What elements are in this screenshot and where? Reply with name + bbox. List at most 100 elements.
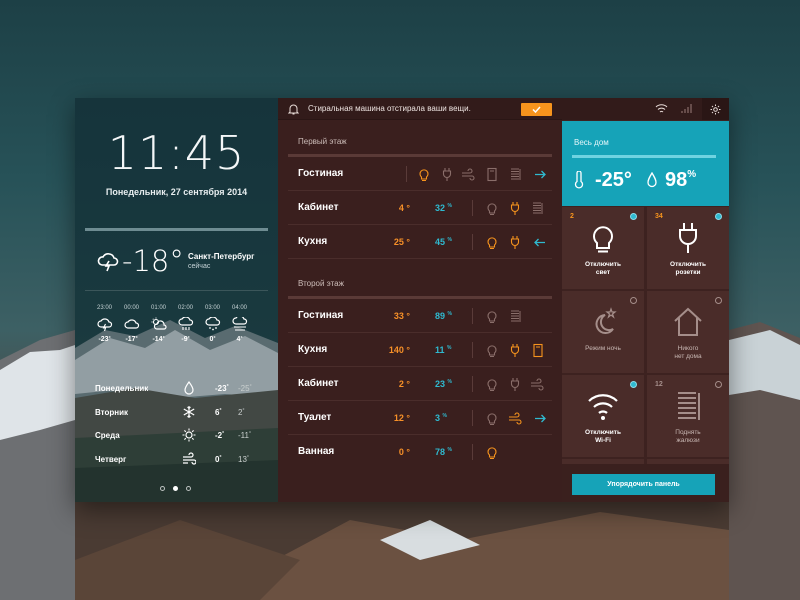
city-subtitle: сейчас xyxy=(188,263,211,270)
page-dot[interactable] xyxy=(186,486,191,491)
bulb-icon[interactable] xyxy=(485,411,499,426)
room-temp: 0 xyxy=(398,447,404,457)
wifi-icon xyxy=(588,394,618,420)
settings-button[interactable] xyxy=(702,98,729,120)
weather-divider-2 xyxy=(85,290,268,291)
room-row[interactable]: Туалет 12 ° 3 % xyxy=(288,402,552,435)
row-separator xyxy=(472,234,473,250)
bulb-icon[interactable] xyxy=(485,445,499,460)
sun-icon xyxy=(182,428,196,442)
fan-icon[interactable] xyxy=(530,377,544,392)
row-separator xyxy=(472,376,473,392)
page-dot-active[interactable] xyxy=(173,486,178,491)
moon-icon xyxy=(595,307,617,334)
hourly-forecast: 23:00 -23° 00:00 -17° 01:00 -14° 02:00 -… xyxy=(91,305,271,343)
daily-item: Понедельник -23° -25° xyxy=(95,381,265,406)
tile-lights-off[interactable]: 2 Отключить свет xyxy=(562,207,644,289)
tile-label: Поднять жалюзи xyxy=(675,429,701,444)
hourly-time: 03:00 xyxy=(204,305,220,311)
arrow-left-icon[interactable] xyxy=(533,235,547,250)
room-name: Кухня xyxy=(298,344,328,355)
plug-icon[interactable] xyxy=(508,201,522,216)
tile-count: 34 xyxy=(655,213,663,220)
bulb-icon[interactable] xyxy=(485,201,499,216)
weather-divider xyxy=(85,228,268,231)
hourly-time: 00:00 xyxy=(123,305,139,311)
room-name: Гостиная xyxy=(298,168,344,179)
row-separator xyxy=(472,444,473,460)
room-name: Кухня xyxy=(298,236,328,247)
bulb-icon[interactable] xyxy=(485,235,499,250)
city-name: Санкт-Петербург xyxy=(188,252,255,261)
bulb-icon[interactable] xyxy=(485,309,499,324)
plug-icon[interactable] xyxy=(440,167,454,182)
room-name: Ванная xyxy=(298,446,335,457)
hourly-temp: -23 xyxy=(98,336,109,343)
day-name: Вторник xyxy=(95,407,129,417)
hourly-temp: -17 xyxy=(125,336,136,343)
room-row[interactable]: Ванная 0 ° 78 % xyxy=(288,436,552,469)
drop-icon xyxy=(184,381,194,395)
room-row[interactable]: Кабинет 2 ° 23 % xyxy=(288,368,552,401)
floor-divider xyxy=(288,154,552,157)
arrow-right-icon[interactable] xyxy=(533,167,547,182)
hourly-item: 00:00 -17° xyxy=(123,305,139,343)
tile-night-mode[interactable]: Режим ночь xyxy=(562,291,644,373)
dashboard-panel: 11:45 Понедельник, 27 сентября 2014 -18°… xyxy=(75,98,729,502)
bulb-icon[interactable] xyxy=(485,343,499,358)
tile-nobody-home[interactable]: Никого нет дома xyxy=(647,291,729,373)
day-name: Среда xyxy=(95,431,120,440)
tile-raise-blinds[interactable]: 12 Поднять жалюзи xyxy=(647,375,729,457)
snowflake-icon xyxy=(183,405,195,418)
device-icon[interactable] xyxy=(485,167,499,182)
wind-icon xyxy=(183,451,196,465)
blinds-icon[interactable] xyxy=(530,201,544,216)
blinds-icon[interactable] xyxy=(508,167,522,182)
tile-label: Отключить свет xyxy=(585,261,621,276)
room-temp: 4 xyxy=(398,203,404,213)
day-low: -11 xyxy=(238,431,249,440)
fan-icon[interactable] xyxy=(461,167,475,182)
plug-icon[interactable] xyxy=(508,377,522,392)
tile-wifi-off[interactable]: Отключить Wi-Fi xyxy=(562,375,644,457)
arrow-right-icon[interactable] xyxy=(533,411,547,426)
thunder-cloud-icon xyxy=(96,318,112,331)
blinds-icon xyxy=(678,392,700,420)
room-row[interactable]: Гостиная xyxy=(288,158,552,191)
plug-icon[interactable] xyxy=(508,235,522,250)
whole-house-humidity: 98 xyxy=(665,169,688,191)
bulb-icon[interactable] xyxy=(417,167,431,182)
clock-time: 11:45 xyxy=(107,126,246,180)
day-name: Четверг xyxy=(95,454,127,464)
room-row[interactable]: Кабинет 4 ° 32 % xyxy=(288,192,552,225)
room-row[interactable]: Кухня 25 ° 45 % xyxy=(288,226,552,259)
fan-icon[interactable] xyxy=(508,411,522,426)
hourly-time: 02:00 xyxy=(177,305,193,311)
whole-house-bar xyxy=(572,155,716,158)
current-temperature: -18° xyxy=(122,244,184,278)
day-high: -23 xyxy=(215,384,227,393)
whole-house-tile[interactable]: Весь дом -25° 98% xyxy=(562,121,729,206)
device-icon[interactable] xyxy=(531,343,545,358)
tile-status-indicator xyxy=(630,381,637,388)
daily-item: Вторник 6° 2° xyxy=(95,405,265,430)
hourly-item: 03:00 0° xyxy=(204,305,220,343)
row-separator xyxy=(472,200,473,216)
room-humidity: 3 xyxy=(435,413,441,423)
arrange-panel-button[interactable]: Упорядочить панель xyxy=(572,474,715,495)
notification-dismiss-button[interactable] xyxy=(521,103,552,116)
blinds-icon[interactable] xyxy=(508,309,522,324)
room-humidity: 45 xyxy=(435,237,446,247)
bulb-icon[interactable] xyxy=(485,377,499,392)
sun-cloud-icon xyxy=(151,317,167,330)
fog-cloud-icon xyxy=(231,317,247,331)
tile-label: Отключить Wi-Fi xyxy=(585,429,621,444)
day-low: -25 xyxy=(238,384,250,393)
snow-cloud-icon xyxy=(204,317,220,331)
cloud-icon xyxy=(123,319,139,329)
room-row[interactable]: Гостиная 33 ° 89 % xyxy=(288,300,552,333)
room-row[interactable]: Кухня 140 ° 11 % xyxy=(288,334,552,367)
plug-icon[interactable] xyxy=(508,343,522,358)
page-dot[interactable] xyxy=(160,486,165,491)
tile-sockets-off[interactable]: 34 Отключить розетки xyxy=(647,207,729,289)
